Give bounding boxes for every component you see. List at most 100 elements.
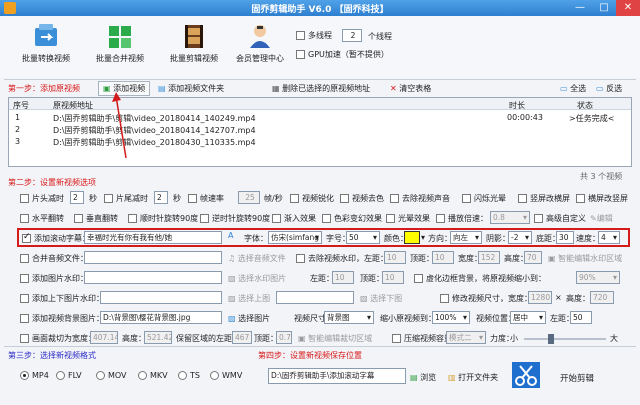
- smart-crop-button[interactable]: ▣ 智能编辑裁切区域: [298, 333, 372, 344]
- delete-selected-button[interactable]: ▦ 删除已选择的原视频地址: [272, 83, 370, 94]
- add-folder-button[interactable]: ▤ 添加视频文件夹: [158, 83, 224, 94]
- choose-wm-image-button[interactable]: ▨ 选择水印图片: [228, 273, 286, 284]
- smart-wm-button[interactable]: ▣ 智能编辑水印区域: [548, 253, 622, 264]
- maximize-button[interactable]: □: [592, 0, 616, 16]
- wm-top-input[interactable]: 10: [432, 251, 454, 264]
- choose-bg-button[interactable]: ▨ 选择图片: [228, 313, 270, 324]
- decolor-checkbox[interactable]: 视频去色: [340, 193, 384, 204]
- bg-path-input[interactable]: D:\背景图\樱花背景图.jpg: [100, 311, 222, 324]
- batch-clip-button[interactable]: 批量剪辑视频: [162, 20, 226, 64]
- output-path-input[interactable]: D:\固乔剪辑助手\添加滚动字幕: [268, 368, 406, 384]
- flash-checkbox[interactable]: 闪烁光晕: [462, 193, 506, 204]
- remove-audio-checkbox[interactable]: 去除视频声音: [390, 193, 450, 204]
- advanced-checkbox[interactable]: 高级自定义: [534, 213, 586, 224]
- bottom-image-path-input[interactable]: [276, 291, 354, 304]
- crop-top-input[interactable]: 0.71: [276, 331, 292, 344]
- bg-size-select[interactable]: 背景图: [324, 311, 374, 324]
- compress-checkbox[interactable]: 压缩视频容量: [392, 333, 452, 344]
- strength-slider-track[interactable]: [524, 338, 606, 340]
- fade-in-checkbox[interactable]: 渐入效果: [272, 213, 316, 224]
- audio-checkbox[interactable]: 合并音频文件：: [20, 253, 88, 264]
- bottom-input[interactable]: 30: [556, 231, 574, 244]
- speed-checkbox[interactable]: 播放倍速：: [436, 213, 488, 224]
- speed-select[interactable]: 0.8: [490, 211, 530, 224]
- font-icon[interactable]: A: [228, 231, 233, 240]
- font-select[interactable]: 仿宋(simfang: [268, 231, 322, 244]
- subtitle-text-input[interactable]: 幸福时光有你有我有他/她: [84, 231, 222, 244]
- resize-height-input[interactable]: 720: [590, 291, 614, 304]
- bg-position-select[interactable]: 居中: [510, 311, 546, 324]
- choose-bottom-button[interactable]: ▨ 选择下图: [360, 293, 402, 304]
- image-wm-path-input[interactable]: [84, 271, 222, 284]
- head-cut-input[interactable]: 2: [70, 191, 84, 204]
- compress-mode-select[interactable]: 模式二: [446, 331, 486, 344]
- wm-width-input[interactable]: 152: [478, 251, 500, 264]
- topbottom-checkbox[interactable]: 添加上下图片水印：: [20, 293, 104, 304]
- tail-cut-input[interactable]: 2: [154, 191, 168, 204]
- member-center-button[interactable]: 会员管理中心: [228, 20, 292, 64]
- bg-left-input[interactable]: 50: [570, 311, 592, 324]
- select-all-button[interactable]: ▭ 全选: [560, 83, 586, 94]
- sharpen-checkbox[interactable]: 视频锐化: [290, 193, 334, 204]
- bg-checkbox[interactable]: 添加视频背景图片：: [20, 313, 104, 324]
- blur-scale-select[interactable]: 90%: [576, 271, 620, 284]
- vertical-blur-checkbox[interactable]: 竖屏改横屏: [518, 193, 570, 204]
- format-mov-radio[interactable]: MOV: [96, 371, 127, 380]
- edit-button[interactable]: ✎编辑: [590, 213, 613, 224]
- image-wm-checkbox[interactable]: 添加图片水印：: [20, 273, 88, 284]
- strength-slider-thumb[interactable]: [548, 334, 554, 344]
- table-row[interactable]: 3 D:\固乔剪辑助手\剪辑\video_20180430_110335.mp4: [9, 137, 631, 148]
- bg-shrink-select[interactable]: 100%: [432, 311, 470, 324]
- color-change-checkbox[interactable]: 色彩变幻效果: [322, 213, 382, 224]
- browse-button[interactable]: ▤ 浏览: [410, 372, 436, 383]
- video-table[interactable]: 序号 原视频地址 时长 状态 1 D:\固乔剪辑助手\剪辑\video_2018…: [8, 97, 632, 167]
- format-ts-radio[interactable]: TS: [178, 371, 200, 380]
- framerate-checkbox[interactable]: 帧速率: [188, 193, 224, 204]
- multithread-checkbox[interactable]: 多线程: [296, 30, 332, 41]
- open-folder-button[interactable]: ▥ 打开文件夹: [448, 372, 498, 383]
- invert-button[interactable]: ▭ 反选: [596, 83, 622, 94]
- minimize-button[interactable]: —: [568, 0, 592, 16]
- head-cut-checkbox[interactable]: 片头减时: [20, 193, 64, 204]
- subtitle-checkbox[interactable]: 添加滚动字幕：: [22, 232, 90, 244]
- resize-width-input[interactable]: 1280: [528, 291, 552, 304]
- rot-cw-checkbox[interactable]: 顺时针旋转90度: [128, 213, 198, 224]
- format-mp4-radio[interactable]: MP4: [20, 371, 49, 380]
- table-row[interactable]: 1 D:\固乔剪辑助手\剪辑\video_20180414_140249.mp4…: [9, 113, 631, 124]
- crop-left-input[interactable]: 467: [232, 331, 252, 344]
- gpu-checkbox[interactable]: GPU加速（暂不提供）: [296, 49, 389, 60]
- rot-ccw-checkbox[interactable]: 逆时针旋转90度: [200, 213, 270, 224]
- vflip-checkbox[interactable]: 垂直翻转: [74, 213, 118, 224]
- hflip-checkbox[interactable]: 水平翻转: [20, 213, 64, 224]
- scissors-icon[interactable]: [512, 362, 540, 388]
- shadow-select[interactable]: -2: [508, 231, 532, 244]
- format-mkv-radio[interactable]: MKV: [138, 371, 168, 380]
- direction-select[interactable]: 向左: [450, 231, 482, 244]
- batch-merge-button[interactable]: 批量合并视频: [88, 20, 152, 64]
- audio-path-input[interactable]: [84, 251, 222, 264]
- color-dropdown-icon[interactable]: ▾: [421, 233, 425, 242]
- thread-count-input[interactable]: 2: [342, 29, 362, 42]
- subtitle-speed-select[interactable]: 4: [598, 231, 620, 244]
- image-wm-left-input[interactable]: 10: [332, 271, 354, 284]
- tail-cut-checkbox[interactable]: 片尾减时: [104, 193, 148, 204]
- batch-convert-button[interactable]: 批量转换视频: [14, 20, 78, 64]
- wm-height-input[interactable]: 70: [524, 251, 542, 264]
- clear-table-button[interactable]: ✕ 清空表格: [390, 83, 431, 94]
- close-button[interactable]: ✕: [616, 0, 640, 16]
- table-row[interactable]: 2 D:\固乔剪辑助手\剪辑\video_20180414_142707.mp4: [9, 125, 631, 136]
- wm-left-input[interactable]: 10: [384, 251, 406, 264]
- choose-top-button[interactable]: ▨ 选择上图: [228, 293, 270, 304]
- blur-bg-checkbox[interactable]: 虚化边框背景，将原视频缩小到：: [414, 273, 546, 284]
- format-wmv-radio[interactable]: WMV: [210, 371, 242, 380]
- start-clip-button[interactable]: 开始剪辑: [560, 372, 594, 384]
- remove-wm-checkbox[interactable]: 去除视频水印，左距：: [296, 253, 388, 264]
- light-checkbox[interactable]: 光晕效果: [386, 213, 430, 224]
- resize-checkbox[interactable]: 修改视频尺寸，宽度：: [440, 293, 532, 304]
- horizontal-blur-checkbox[interactable]: 横屏改竖屏: [576, 193, 628, 204]
- framerate-input[interactable]: 25: [238, 191, 260, 204]
- crop-height-input[interactable]: 521.42: [144, 331, 172, 344]
- size-select[interactable]: 50: [346, 231, 380, 244]
- image-wm-top-input[interactable]: 10: [382, 271, 404, 284]
- choose-audio-button[interactable]: ♫ 选择音频文件: [228, 253, 286, 264]
